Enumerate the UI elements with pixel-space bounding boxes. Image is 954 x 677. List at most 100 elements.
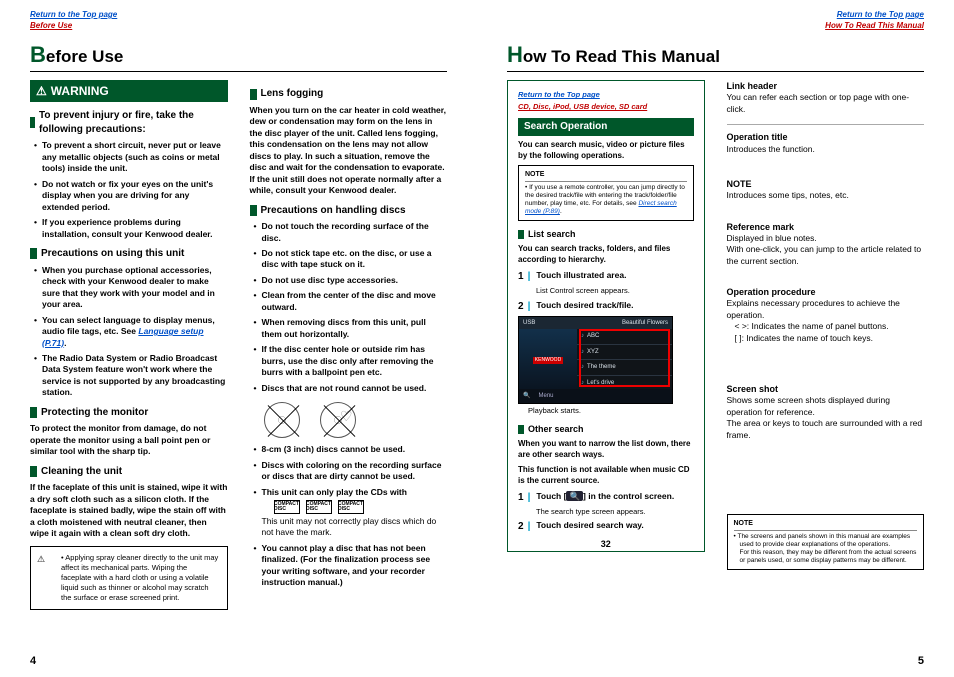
using-item: You can select language to display menus… — [34, 315, 228, 349]
def-desc: You can refer each section or top page w… — [727, 92, 925, 115]
clean-text: If the faceplate of this unit is stained… — [30, 482, 228, 539]
top-link-red[interactable]: Before Use — [30, 21, 72, 30]
shot-album-art: KENWOOD — [519, 329, 577, 391]
columns-left: ⚠ WARNING To prevent injury or fire, tak… — [30, 80, 447, 669]
disc-item: If the disc center hole or outside rim h… — [254, 344, 448, 378]
top-link-blue[interactable]: Return to the Top page — [30, 10, 117, 19]
example-intro: You can search music, video or picture f… — [518, 140, 694, 162]
red-highlight-box — [579, 329, 670, 387]
example-col: Return to the Top page CD, Disc, iPod, U… — [507, 80, 705, 669]
step-1-sub: List Control screen appears. — [536, 286, 694, 296]
page-spread: Return to the Top page Before Use Before… — [0, 0, 954, 677]
shot-source: USB — [523, 319, 535, 327]
using-item-text-end: . — [64, 338, 66, 348]
ostep-1-sub: The search type screen appears. — [536, 507, 694, 517]
step-text: Touch [🔍] in the control screen. — [536, 491, 674, 505]
menu-label: Menu — [538, 392, 553, 400]
def-screen-shot: Screen shot Shows some screen shots disp… — [727, 383, 925, 441]
top-link-blue[interactable]: Return to the Top page — [837, 10, 924, 19]
def-note: NOTE Introduces some tips, notes, etc. — [727, 178, 925, 202]
right-note-body: • The screens and panels shown in this m… — [734, 533, 918, 566]
disc-item: Discs that are not round cannot be used. — [254, 383, 448, 394]
cd-marks: COMPACTDISC COMPACTDISC COMPACTDISC — [262, 498, 448, 516]
def-title: Reference mark — [727, 221, 925, 233]
device-screenshot: USBBeautiful Flowers KENWOOD ABC XYZ The… — [518, 316, 673, 404]
def-desc: Introduces the function. — [727, 144, 925, 155]
disc-item: When removing discs from this unit, pull… — [254, 317, 448, 340]
step-text: Touch illustrated area. — [536, 270, 626, 284]
top-link-red[interactable]: How To Read This Manual — [825, 21, 924, 30]
def-desc: Displayed in blue notes. With one-click,… — [727, 233, 925, 267]
heading-fog: Lens fogging — [250, 87, 448, 101]
step-num: 2 — [518, 520, 524, 534]
divider — [727, 124, 925, 125]
def-hint: < >: Indicates the name of panel buttons… — [727, 321, 925, 332]
def-hint: [ ]: Indicates the name of touch keys. — [727, 333, 925, 344]
warn-heading: To prevent injury or fire, take the foll… — [30, 109, 228, 136]
step-text: Touch desired search way. — [536, 520, 643, 534]
def-title: Operation title — [727, 131, 925, 143]
section-title-before-use: Before Use — [30, 40, 447, 73]
disc-item: Discs with coloring on the recording sur… — [254, 460, 448, 483]
example-link-top[interactable]: Return to the Top page — [518, 90, 600, 99]
warning-label: WARNING — [51, 83, 109, 99]
def-title: Screen shot — [727, 383, 925, 395]
warning-bar: ⚠ WARNING — [30, 80, 228, 102]
disc-illustration-row: ♡ — [250, 398, 448, 442]
ostep-1: 1| Touch [🔍] in the control screen. — [518, 491, 694, 505]
step-text: Touch desired track/file. — [536, 300, 633, 314]
example-note-body: • If you use a remote controller, you ca… — [525, 184, 687, 217]
warning-icon: ⚠ — [36, 83, 47, 99]
ostep-2: 2| Touch desired search way. — [518, 520, 694, 534]
col-a: ⚠ WARNING To prevent injury or fire, tak… — [30, 80, 228, 669]
protect-text: To protect the monitor from damage, do n… — [30, 423, 228, 457]
def-reference-mark: Reference mark Displayed in blue notes. … — [727, 221, 925, 268]
heading-other-search: Other search — [518, 423, 694, 435]
def-operation-procedure: Operation procedure Explains necessary p… — [727, 286, 925, 344]
def-title: Operation procedure — [727, 286, 925, 298]
definitions-col: Link header You can refer each section o… — [727, 80, 925, 669]
def-desc: Explains necessary procedures to achieve… — [727, 298, 925, 321]
title-rest: efore Use — [46, 47, 123, 66]
disc-item: Do not touch the recording surface of th… — [254, 221, 448, 244]
disc-item: You cannot play a disc that has not been… — [254, 543, 448, 589]
shot-brand: KENWOOD — [533, 357, 563, 364]
cd-mark-icon: COMPACTDISC — [274, 500, 300, 514]
page-right: Return to the Top page How To Read This … — [477, 0, 954, 677]
disc-item: Do not use disc type accessories. — [254, 275, 448, 286]
shot-title: Beautiful Flowers — [622, 319, 668, 327]
def-link-header: Link header You can refer each section o… — [727, 80, 925, 115]
cd-mark-icon: COMPACTDISC — [338, 500, 364, 514]
title-cap: H — [507, 42, 523, 67]
example-operation-title: Search Operation — [518, 118, 694, 136]
clean-note-text: Applying spray cleaner directly to the u… — [61, 553, 219, 604]
warn-list: To prevent a short circuit, never put or… — [30, 140, 228, 240]
def-desc: Introduces some tips, notes, etc. — [727, 190, 925, 201]
caution-icon: ⚠ — [37, 553, 45, 565]
fog-text: When you turn on the car heater in cold … — [250, 105, 448, 197]
search-icon: 🔍 — [566, 491, 583, 501]
warn-item: To prevent a short circuit, never put or… — [34, 140, 228, 174]
disc-list-a: Do not touch the recording surface of th… — [250, 221, 448, 394]
example-link-section[interactable]: CD, Disc, iPod, USB device, SD card — [518, 102, 647, 111]
step-num: 1 — [518, 270, 524, 284]
heading-disc: Precautions on handling discs — [250, 204, 448, 218]
using-item: The Radio Data System or Radio Broadcast… — [34, 353, 228, 399]
title-cap: B — [30, 42, 46, 67]
heading-protect: Protecting the monitor — [30, 406, 228, 420]
other-p1: When you want to narrow the list down, t… — [518, 439, 694, 461]
right-note-title: NOTE — [734, 519, 918, 530]
warn-item: Do not watch or fix your eyes on the uni… — [34, 179, 228, 213]
disc-item-text: This unit can only play the CDs with — [262, 487, 448, 498]
example-page-num: 32 — [508, 538, 704, 550]
page-left: Return to the Top page Before Use Before… — [0, 0, 477, 677]
top-link-left: Return to the Top page Before Use — [30, 10, 447, 32]
page-number-left: 4 — [30, 654, 36, 669]
def-title: NOTE — [727, 178, 925, 190]
section-title-how-to-read: How To Read This Manual — [507, 40, 924, 73]
disc-nonround-icon — [264, 402, 300, 438]
disc-item: 8-cm (3 inch) discs cannot be used. — [254, 444, 448, 455]
playback-label: Playback starts. — [528, 406, 694, 416]
heading-using: Precautions on using this unit — [30, 247, 228, 261]
disc-list-b: 8-cm (3 inch) discs cannot be used. Disc… — [250, 444, 448, 589]
